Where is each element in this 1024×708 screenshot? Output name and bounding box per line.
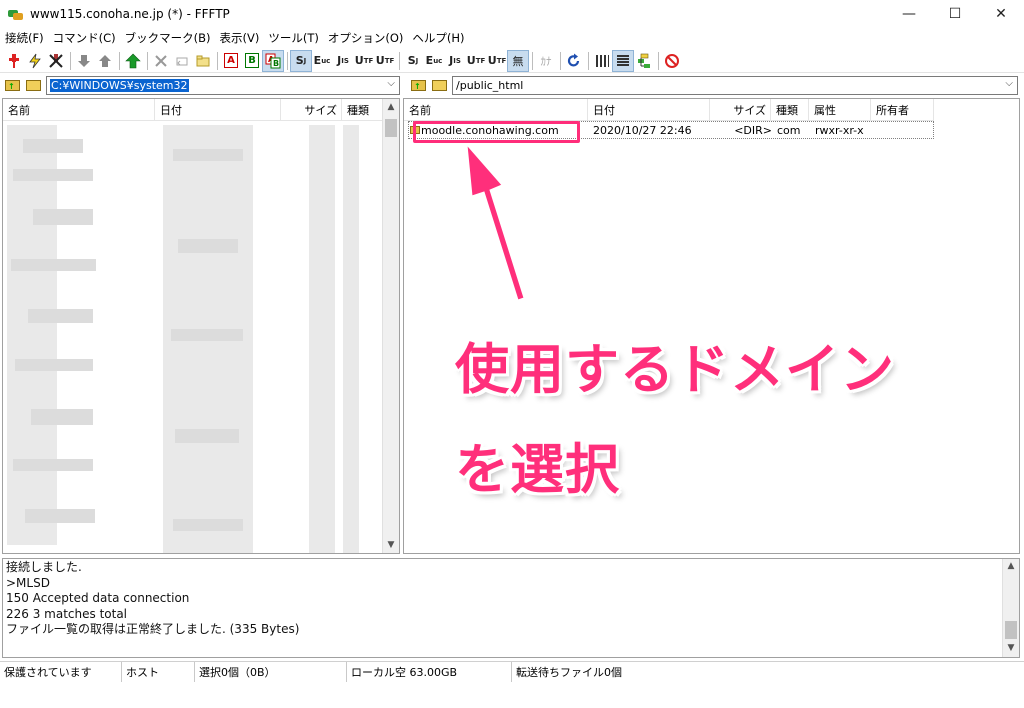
remote-file-type: com <box>777 123 801 137</box>
svg-text:B: B <box>273 59 279 68</box>
local-vertical-scrollbar[interactable]: ▲ ▼ <box>382 99 399 553</box>
minimize-button[interactable]: — <box>886 0 932 28</box>
annotation-line-2: を選択 <box>455 438 620 501</box>
no-conversion-icon[interactable]: 無 <box>507 49 529 72</box>
auto-mode-icon[interactable]: AB <box>262 49 284 72</box>
utf8-kanji-icon[interactable]: U TF <box>354 51 374 71</box>
title-bar: www115.conoha.ne.jp (*) - FFFTP — ☐ ✕ <box>0 0 1024 28</box>
binary-mode-icon[interactable]: B <box>242 51 262 71</box>
remote-col-type[interactable]: 種類 <box>771 99 809 121</box>
status-selection: 選択0個（0B） <box>195 662 347 682</box>
remote-col-name[interactable]: 名前 <box>404 99 588 121</box>
delete-icon[interactable] <box>151 51 171 71</box>
log-vertical-scrollbar[interactable]: ▲ ▼ <box>1002 559 1019 657</box>
remote-col-size[interactable]: サイズ <box>710 99 771 121</box>
remote-file-size: <DIR> <box>734 123 772 137</box>
local-parent-folder-icon[interactable]: ↑ <box>4 77 22 93</box>
jis-remote-kanji-icon[interactable]: J IS <box>445 51 465 71</box>
status-bar: 保護されています ホスト 選択0個（0B） ローカル空 63.00GB 転送待ち… <box>0 661 1024 682</box>
disconnect-icon[interactable] <box>46 51 66 71</box>
log-line: 接続しました. <box>6 560 82 574</box>
sjis-remote-kanji-icon[interactable]: SJ <box>403 51 423 71</box>
menu-connect[interactable]: 接続(F) <box>0 30 48 46</box>
close-button[interactable]: ✕ <box>978 0 1024 28</box>
scroll-down-arrow-icon[interactable]: ▼ <box>1003 641 1019 657</box>
local-col-date[interactable]: 日付 <box>155 99 281 121</box>
maximize-button[interactable]: ☐ <box>932 0 978 28</box>
status-protection: 保護されています <box>0 662 122 682</box>
menu-bar: 接続(F) コマンド(C) ブックマーク(B) 表示(V) ツール(T) オプシ… <box>0 28 1024 48</box>
connect-icon[interactable] <box>4 51 24 71</box>
log-line: 150 Accepted data connection <box>6 591 190 605</box>
log-window[interactable]: 接続しました. >MLSD 150 Accepted data connecti… <box>2 558 1020 658</box>
chevron-down-icon[interactable]: ⌵ <box>1005 78 1013 89</box>
new-folder-icon[interactable] <box>193 51 213 71</box>
remote-file-owner <box>877 122 937 138</box>
remote-col-date[interactable]: 日付 <box>588 99 710 121</box>
remote-path-input[interactable]: /public_html ⌵ <box>452 75 1018 95</box>
status-queue: 転送待ちファイル0個 <box>516 666 622 679</box>
jis-kanji-icon[interactable]: J IS <box>333 51 353 71</box>
local-path-text: C:¥WINDOWS¥system32 <box>50 78 189 92</box>
annotation-line-1: 使用するドメイン <box>455 338 895 401</box>
mirror-upload-icon[interactable] <box>123 51 143 71</box>
menu-view[interactable]: 表示(V) <box>214 30 263 46</box>
log-line: >MLSD <box>6 575 50 590</box>
remote-file-attr: rwxr-xr-x <box>815 123 864 137</box>
detail-view-icon[interactable] <box>612 49 634 72</box>
menu-command[interactable]: コマンド(C) <box>48 30 120 46</box>
local-file-list[interactable]: 名前 日付 サイズ 種類 ▲ ▼ <box>2 98 400 554</box>
euc-kanji-icon[interactable]: Euc <box>312 51 332 71</box>
local-col-name[interactable]: 名前 <box>3 99 155 121</box>
remote-parent-folder-icon[interactable]: ↑ <box>410 77 428 93</box>
refresh-icon[interactable] <box>564 51 584 71</box>
remote-col-attr[interactable]: 属性 <box>809 99 871 121</box>
status-host: ホスト <box>122 662 195 682</box>
log-scroll-thumb[interactable] <box>1005 621 1017 639</box>
menu-tools[interactable]: ツール(T) <box>263 30 323 46</box>
menu-options[interactable]: オプション(O) <box>323 30 408 46</box>
sjis-kanji-icon[interactable]: SJ <box>290 49 312 72</box>
remote-col-owner[interactable]: 所有者 <box>871 99 934 121</box>
menu-help[interactable]: ヘルプ(H) <box>407 30 468 46</box>
ffftp-app-icon <box>8 6 24 22</box>
local-path-bar: ↑ C:¥WINDOWS¥system32 ⌵ <box>4 74 400 96</box>
status-local-free: ローカル空 63.00GB <box>347 662 512 682</box>
local-list-header: 名前 日付 サイズ 種類 <box>3 99 383 121</box>
stop-icon[interactable] <box>662 51 682 71</box>
window-title: www115.conoha.ne.jp (*) - FFFTP <box>30 7 230 21</box>
upload-icon[interactable] <box>95 51 115 71</box>
euc-remote-kanji-icon[interactable]: Euc <box>424 51 444 71</box>
log-line: 226 3 matches total <box>6 606 128 621</box>
local-open-folder-icon[interactable] <box>25 77 43 93</box>
log-line: ファイル一覧の取得は正常終了しました. (335 Bytes) <box>6 622 300 636</box>
download-icon[interactable] <box>74 51 94 71</box>
quick-connect-icon[interactable] <box>25 51 45 71</box>
rename-icon[interactable] <box>172 51 192 71</box>
list-view-icon[interactable] <box>592 51 612 71</box>
ascii-mode-icon[interactable]: A <box>221 51 241 71</box>
remote-file-date: 2020/10/27 22:46 <box>593 123 692 137</box>
local-col-type[interactable]: 種類 <box>342 99 383 121</box>
utf8bom-kanji-icon[interactable]: U TF <box>375 51 395 71</box>
folder-tree-icon[interactable] <box>634 51 654 71</box>
chevron-down-icon[interactable]: ⌵ <box>387 78 395 89</box>
kana-conversion-icon[interactable]: ｶﾅ <box>536 51 556 71</box>
remote-open-folder-icon[interactable] <box>431 77 449 93</box>
toolbar: A B AB SJ Euc JIS UTF UTF SJ Euc JIS UTF… <box>0 49 1024 73</box>
scroll-up-arrow-icon[interactable]: ▲ <box>1003 559 1019 575</box>
menu-bookmark[interactable]: ブックマーク(B) <box>120 30 215 46</box>
remote-list-header: 名前 日付 サイズ 種類 属性 所有者 <box>404 99 934 121</box>
utf8-remote-kanji-icon[interactable]: U TF <box>466 51 486 71</box>
utf8bom-remote-kanji-icon[interactable]: U TF <box>487 51 507 71</box>
remote-path-bar: ↑ /public_html ⌵ <box>410 74 1018 96</box>
annotation-arrow-icon <box>466 143 525 301</box>
scroll-down-arrow-icon[interactable]: ▼ <box>383 537 399 553</box>
scroll-up-arrow-icon[interactable]: ▲ <box>383 99 399 115</box>
local-col-size[interactable]: サイズ <box>281 99 342 121</box>
local-path-input[interactable]: C:¥WINDOWS¥system32 ⌵ <box>46 75 400 95</box>
local-scroll-thumb[interactable] <box>385 119 397 137</box>
remote-path-text: /public_html <box>456 78 524 92</box>
